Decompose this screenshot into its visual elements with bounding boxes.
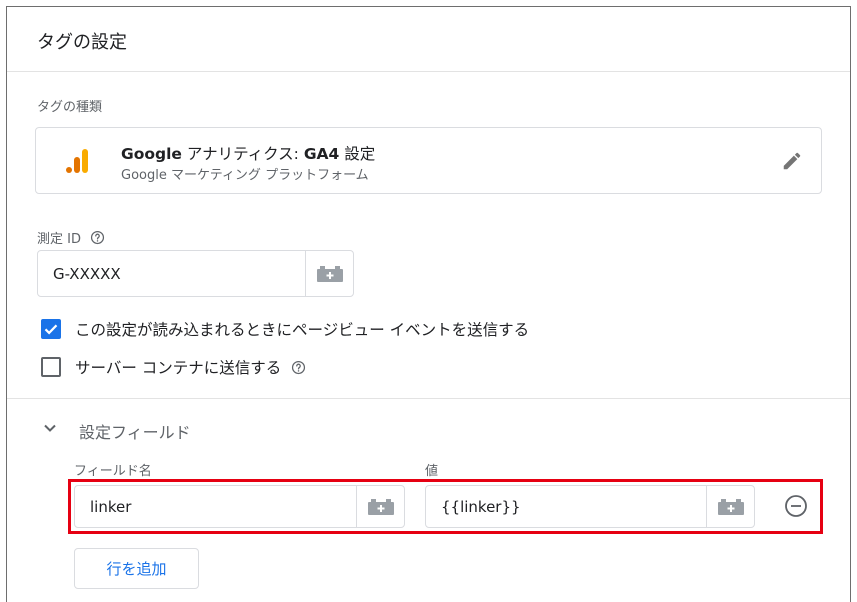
pencil-icon[interactable] (781, 150, 803, 172)
help-circle-icon[interactable] (90, 230, 105, 245)
field-name-column-label: フィールド名 (74, 464, 152, 479)
variable-brick-icon (316, 265, 343, 282)
measurement-id-input[interactable]: G-XXXXX (53, 265, 121, 283)
field-name-input[interactable]: linker (90, 498, 131, 516)
tag-type-product: アナリティクス: (181, 145, 304, 163)
field-name-field[interactable]: linker (74, 485, 405, 528)
remove-row-icon[interactable] (784, 494, 808, 518)
tag-type-label: タグの種類 (37, 100, 103, 115)
variable-brick-icon (717, 498, 744, 515)
tag-type-kind: 設定 (339, 145, 376, 163)
measurement-id-label-row: 測定 ID (37, 228, 105, 247)
variable-picker-button[interactable] (305, 251, 353, 296)
field-name-variable-button[interactable] (356, 486, 404, 527)
tag-type-card[interactable]: Google アナリティクス: GA4 設定 Google マーケティング プラ… (35, 127, 822, 194)
tag-type-brand: Google (121, 145, 182, 163)
tag-configuration-panel: タグの設定 タグの種類 Google アナリティクス: GA4 設定 Googl… (6, 6, 851, 602)
fields-section-title[interactable]: 設定フィールド (79, 419, 191, 443)
tag-type-version: GA4 (303, 145, 340, 163)
pageview-checkbox[interactable] (41, 319, 61, 339)
tag-type-subtitle: Google マーケティング プラットフォーム (121, 168, 369, 183)
measurement-id-field[interactable]: G-XXXXX (37, 250, 354, 297)
value-column-label: 値 (425, 464, 439, 479)
check-icon (44, 324, 58, 335)
server-container-checkbox-row[interactable]: サーバー コンテナに送信する (41, 356, 306, 378)
field-value-input[interactable]: {{linker}} (441, 498, 521, 516)
add-row-button[interactable]: 行を追加 (74, 548, 199, 589)
chevron-down-icon[interactable] (43, 421, 57, 435)
google-analytics-icon (66, 149, 88, 173)
section-divider (7, 398, 850, 399)
measurement-id-label: 測定 ID (37, 232, 81, 247)
panel-header: タグの設定 (7, 7, 850, 72)
variable-brick-icon (367, 498, 394, 515)
field-value-field[interactable]: {{linker}} (425, 485, 755, 528)
server-container-checkbox-label: サーバー コンテナに送信する (75, 359, 282, 377)
field-value-variable-button[interactable] (706, 486, 754, 527)
tag-type-name: Google アナリティクス: GA4 設定 (121, 142, 375, 164)
help-circle-icon[interactable] (291, 360, 306, 375)
page-title: タグの設定 (37, 32, 127, 53)
server-container-checkbox[interactable] (41, 357, 61, 377)
pageview-checkbox-row[interactable]: この設定が読み込まれるときにページビュー イベントを送信する (41, 318, 529, 340)
pageview-checkbox-label: この設定が読み込まれるときにページビュー イベントを送信する (75, 321, 530, 339)
